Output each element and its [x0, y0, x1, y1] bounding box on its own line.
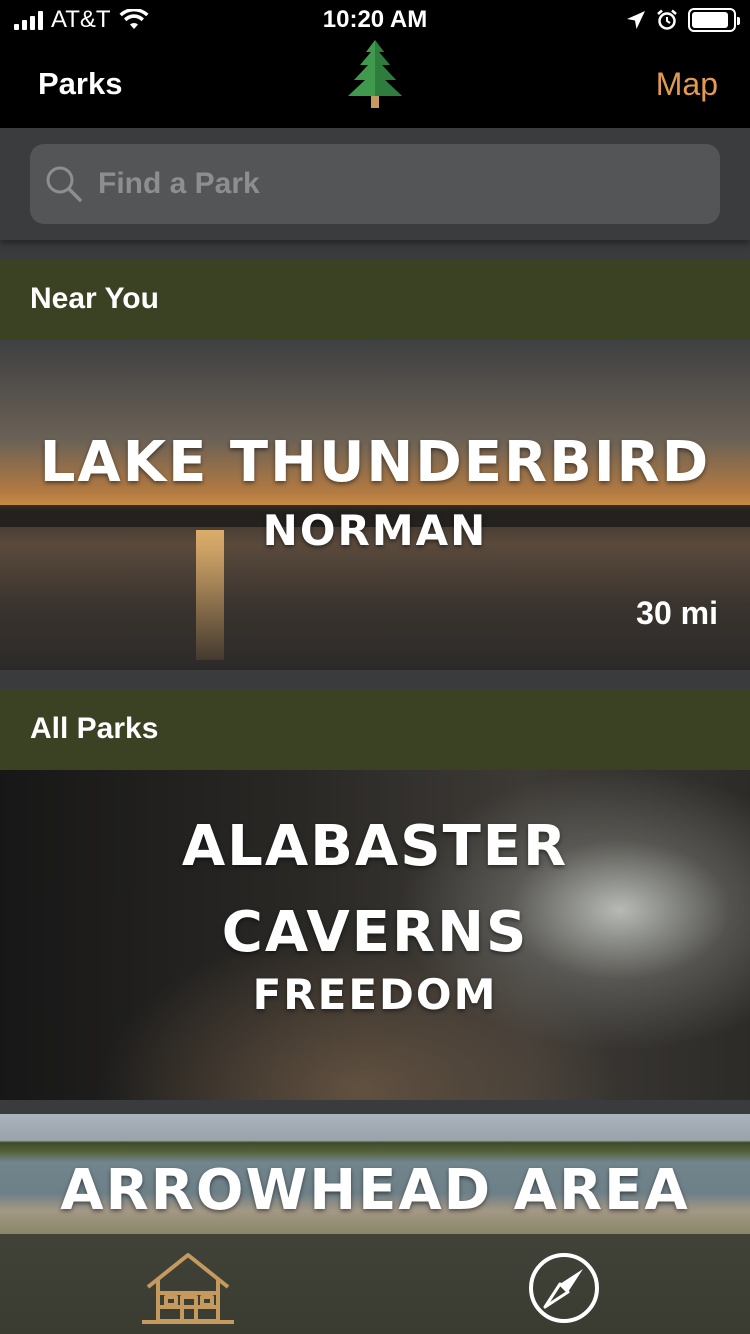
park-city: Freedom [252, 970, 498, 1019]
park-card-alabaster-caverns[interactable]: Alabaster Caverns Freedom [0, 770, 750, 1100]
park-card-content: Lake Thunderbird Norman [0, 420, 750, 555]
park-name-line1: Alabaster [181, 814, 569, 879]
tab-parks[interactable] [140, 1248, 236, 1328]
cabin-icon [142, 1253, 234, 1324]
search-icon [46, 166, 82, 202]
location-arrow-icon [627, 11, 645, 29]
park-card-content: Alabaster Caverns Freedom [0, 804, 750, 1019]
map-button[interactable]: Map [656, 66, 718, 103]
status-bar: AT&T 10:20 AM [0, 0, 750, 40]
tab-explore[interactable] [516, 1248, 612, 1328]
park-name-line2: Caverns [221, 900, 529, 965]
park-card-lake-thunderbird[interactable]: Lake Thunderbird Norman 30 mi [0, 340, 750, 670]
page-title: Parks [38, 66, 123, 101]
divider [0, 670, 750, 690]
alarm-icon [657, 9, 677, 30]
divider [0, 1100, 750, 1114]
pine-tree-icon [348, 40, 402, 108]
battery-icon [688, 8, 740, 32]
top-bar: AT&T 10:20 AM Parks Map [0, 0, 750, 128]
section-header-near-you: Near You [0, 260, 750, 340]
compass-icon [529, 1253, 599, 1323]
park-city: Norman [262, 506, 488, 555]
section-header-all-parks: All Parks [0, 690, 750, 770]
park-card-content: Arrowhead Area [0, 1148, 750, 1234]
park-name: Arrowhead Area [60, 1158, 690, 1223]
search-area [0, 128, 750, 240]
park-distance: 30 mi [636, 595, 718, 631]
park-name: Lake Thunderbird [39, 430, 711, 495]
status-right [626, 6, 740, 34]
search-bar[interactable] [30, 144, 720, 224]
section-title: All Parks [30, 712, 159, 745]
search-input[interactable] [98, 144, 698, 224]
divider [0, 240, 750, 260]
section-title: Near You [30, 282, 159, 315]
tab-bar [0, 1234, 750, 1334]
